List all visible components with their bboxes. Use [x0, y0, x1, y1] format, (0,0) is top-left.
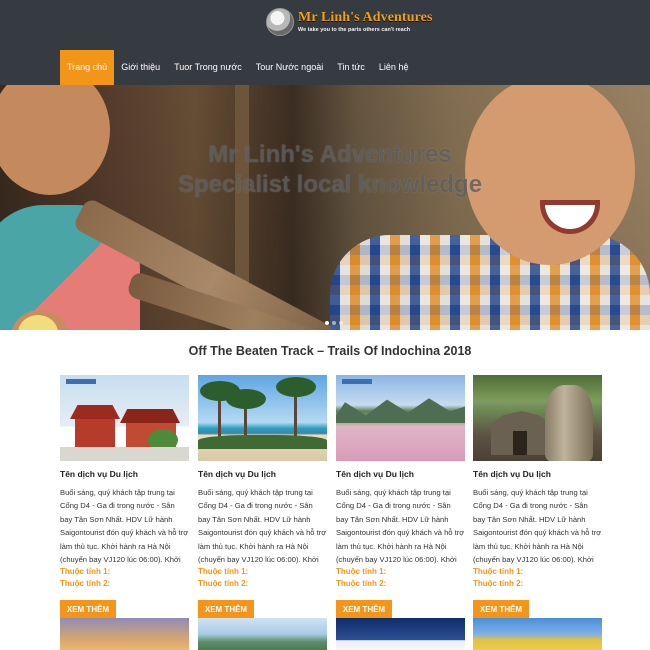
slider-dot[interactable] [325, 321, 329, 325]
tour-description: Buổi sáng, quý khách tập trung tại Cổng … [473, 488, 602, 565]
hero-caption-line2: Specialist local knowledge [177, 171, 483, 198]
tour-description: Buổi sáng, quý khách tập trung tại Cổng … [60, 488, 189, 565]
tour-attribute-2: Thuộc tính 2: [336, 579, 387, 588]
tour-attribute-2: Thuộc tính 2: [60, 579, 111, 588]
tour-title[interactable]: Tên dịch vụ Du lịch [336, 469, 465, 479]
tour-card: Tên dịch vụ Du lịch Buổi sáng, quý khách… [473, 375, 602, 620]
header: Mr Linh's Adventures We take you to the … [0, 0, 650, 50]
slider-pagination [325, 321, 343, 325]
tour-title[interactable]: Tên dịch vụ Du lịch [473, 469, 602, 479]
read-more-button[interactable]: XEM THÊM [60, 600, 116, 620]
nav-item-international-tours[interactable]: Tour Nước ngoài [249, 50, 330, 85]
tour-image-ruins[interactable] [473, 375, 602, 461]
slider-dot[interactable] [339, 321, 343, 325]
section-title: Off The Beaten Track – Trails Of Indochi… [188, 344, 472, 358]
tour-image-sunset[interactable] [60, 618, 189, 650]
tour-attribute-1: Thuộc tính 1: [473, 567, 524, 576]
nav-item-home[interactable]: Trang chủ [60, 50, 115, 85]
read-more-button[interactable]: XEM THÊM [473, 600, 529, 620]
tour-card: Tên dịch vụ Du lịch Buổi sáng, quý khách… [198, 375, 327, 620]
nav-item-about[interactable]: Giới thiệu [114, 50, 167, 85]
hero-caption-line1: Mr Linh's Adventures [208, 141, 452, 168]
tour-attribute-1: Thuộc tính 1: [60, 567, 111, 576]
tour-card: Tên dịch vụ Du lịch Buổi sáng, quý khách… [336, 375, 465, 620]
nav-item-news[interactable]: Tin tức [330, 50, 372, 85]
read-more-button[interactable]: XEM THÊM [336, 600, 392, 620]
tour-image-flower-field[interactable] [336, 375, 465, 461]
tour-title[interactable]: Tên dịch vụ Du lịch [60, 469, 189, 479]
site-logo[interactable]: Mr Linh's Adventures We take you to the … [266, 8, 433, 36]
tour-image-temple[interactable] [60, 375, 189, 461]
logo-tagline: We take you to the parts others can't re… [298, 26, 411, 33]
tour-image-beach[interactable] [198, 375, 327, 461]
tour-card: Tên dịch vụ Du lịch Buổi sáng, quý khách… [60, 375, 189, 620]
tour-attribute-2: Thuộc tính 2: [473, 579, 524, 588]
tour-image-yellow-tree[interactable] [473, 618, 602, 650]
tour-image-sails[interactable] [336, 618, 465, 650]
nav-item-domestic-tours[interactable]: Tuor Trong nước [167, 50, 249, 85]
nav-menu: Trang chủ Giới thiệu Tuor Trong nước Tou… [60, 50, 415, 85]
main-nav: Trang chủ Giới thiệu Tuor Trong nước Tou… [0, 50, 650, 85]
nav-item-contact[interactable]: Liên hệ [372, 50, 416, 85]
hero-slider[interactable]: Mr Linh's Adventures Specialist local kn… [0, 85, 650, 330]
brand-mark-icon [342, 379, 372, 384]
tour-attribute-1: Thuộc tính 1: [198, 567, 249, 576]
tour-attribute-2: Thuộc tính 2: [198, 579, 249, 588]
tour-description: Buổi sáng, quý khách tập trung tại Cổng … [336, 488, 465, 565]
tour-attribute-1: Thuộc tính 1: [336, 567, 387, 576]
slider-dot[interactable] [332, 321, 336, 325]
hero-caption: Mr Linh's Adventures Specialist local kn… [0, 140, 650, 200]
tour-description: Buổi sáng, quý khách tập trung tại Cổng … [198, 488, 327, 565]
logo-emblem-icon [266, 8, 294, 36]
logo-title: Mr Linh's Adventures [298, 9, 433, 25]
hero-photo-plaid-shirt [330, 235, 650, 330]
tour-title[interactable]: Tên dịch vụ Du lịch [198, 469, 327, 479]
read-more-button[interactable]: XEM THÊM [198, 600, 254, 620]
tour-image-mountain[interactable] [198, 618, 327, 650]
brand-mark-icon [66, 379, 96, 384]
